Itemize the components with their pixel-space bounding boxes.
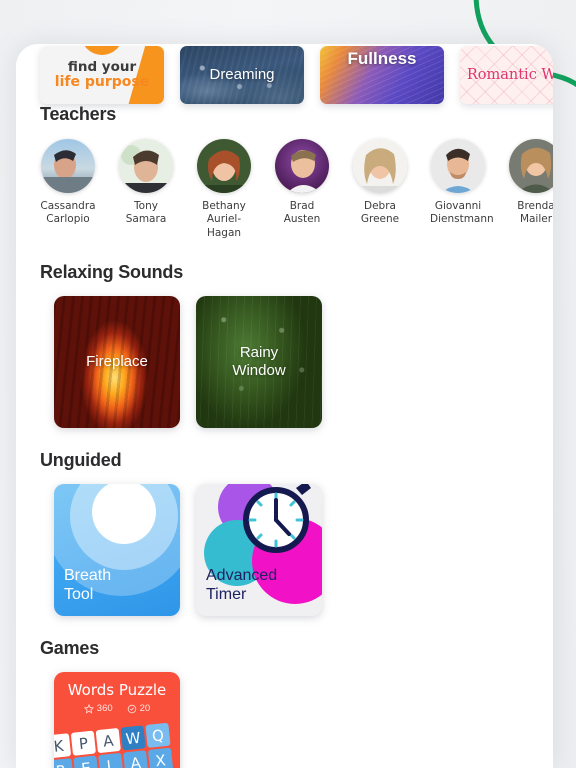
word-tiles: K P A W Q R E L A X: [54, 721, 180, 768]
teacher-name: Brenda Mailer: [508, 200, 553, 227]
teacher-name: Debra Greene: [352, 200, 408, 227]
unguided-card-advanced-timer[interactable]: Advanced Timer: [196, 484, 322, 617]
sun-arc-decoration: [81, 46, 123, 55]
carousel-card-title: Dreaming: [209, 65, 275, 83]
teacher-name: Bethany Auriel-Hagan: [196, 200, 252, 240]
game-card-words-puzzle[interactable]: Words Puzzle 360 20 K P A W Q L A X: [54, 672, 180, 768]
content-panel: find your life purpose Dreaming Fullness…: [16, 44, 553, 768]
teacher-item[interactable]: Cassandra Carlopio: [40, 139, 96, 240]
teacher-first-name: Brenda: [517, 200, 553, 212]
avatar: [431, 139, 485, 193]
teacher-first-name: Cassandra: [40, 200, 96, 212]
sound-card-fireplace[interactable]: Fireplace: [54, 296, 180, 429]
clock-badge: 20: [127, 703, 151, 715]
letter-tile: P: [70, 730, 97, 757]
sound-card-label: Fireplace: [86, 353, 148, 371]
teacher-last-name: Mailer: [519, 213, 553, 226]
label-line-2: Tool: [64, 586, 94, 604]
teacher-first-name: Brad: [289, 200, 315, 212]
teacher-first-name: Bethany: [202, 200, 246, 212]
teacher-item[interactable]: Bethany Auriel-Hagan: [196, 139, 252, 240]
clock-count: 20: [139, 703, 151, 715]
letter-tile: A: [95, 728, 121, 754]
section-title-relaxing-sounds: Relaxing Sounds: [40, 262, 184, 283]
teacher-name: Cassandra Carlopio: [40, 200, 96, 227]
teacher-name: Giovanni Dienstmann: [430, 200, 494, 227]
label-line-1: Advanced: [206, 566, 278, 584]
teacher-first-name: Debra: [364, 200, 396, 212]
label-line-1: Rainy: [239, 344, 279, 362]
letter-tile: Q: [145, 723, 171, 749]
avatar: [353, 139, 407, 193]
sound-card-label: Rainy Window: [232, 344, 285, 380]
avatar: [41, 139, 95, 193]
carousel-card-romantic-walk[interactable]: Romantic Walk: [460, 46, 553, 104]
letter-tile: W: [120, 725, 146, 751]
avatar: [197, 139, 251, 193]
carousel-card-find-your-life-purpose[interactable]: find your life purpose: [40, 46, 164, 104]
unguided-card-label: Breath Tool: [64, 566, 111, 604]
avatar: [509, 139, 553, 193]
letter-tile: K: [54, 733, 72, 759]
game-badges: 360 20: [54, 703, 180, 714]
featured-carousel[interactable]: find your life purpose Dreaming Fullness…: [16, 44, 553, 104]
section-title-teachers: Teachers: [40, 104, 117, 124]
teacher-last-name: Carlopio: [46, 213, 90, 226]
star-badge: 360: [83, 703, 113, 715]
sound-card-rainy-window[interactable]: Rainy Window: [196, 296, 322, 429]
carousel-card-title: Romantic Walk: [466, 66, 553, 83]
teacher-item[interactable]: Tony Samara: [118, 139, 174, 240]
sections-container: Teachers Cassandra Carlopio Tony Samara …: [16, 104, 553, 768]
avatar: [275, 139, 329, 193]
teacher-first-name: Giovanni: [434, 200, 482, 212]
clock-icon: [236, 484, 316, 563]
teacher-name: Tony Samara: [118, 200, 174, 227]
carousel-card-fullness[interactable]: Fullness: [320, 46, 444, 104]
teacher-item[interactable]: Brenda Mailer: [508, 139, 553, 240]
unguided-row[interactable]: Breath Tool Advanced Timer: [16, 471, 553, 617]
carousel-card-title: find your life purpose: [55, 60, 149, 90]
teacher-last-name: Auriel-Hagan: [206, 213, 242, 239]
letter-tile: X: [147, 747, 174, 768]
unguided-card-label: Advanced Timer: [206, 566, 277, 604]
relaxing-sounds-row[interactable]: Fireplace Rainy Window: [16, 283, 553, 429]
label-line-2: Timer: [206, 586, 247, 604]
section-title-unguided: Unguided: [40, 450, 122, 471]
unguided-card-breath-tool[interactable]: Breath Tool: [54, 484, 180, 617]
letter-tile: L: [98, 753, 124, 768]
teacher-last-name: Greene: [360, 213, 400, 226]
carousel-card-dreaming[interactable]: Dreaming: [180, 46, 304, 104]
game-card-title: Words Puzzle: [67, 681, 167, 700]
label-line-2: Window: [232, 362, 286, 380]
star-icon: [83, 703, 94, 714]
card-line-1: find your: [67, 59, 137, 76]
app-root: find your life purpose Dreaming Fullness…: [0, 0, 576, 768]
teacher-last-name: Samara: [125, 213, 167, 226]
letter-tile: R: [54, 758, 74, 768]
section-title-games: Games: [40, 638, 100, 659]
teacher-item[interactable]: Giovanni Dienstmann: [430, 139, 494, 240]
teacher-item[interactable]: Debra Greene: [352, 139, 408, 240]
teachers-row[interactable]: Cassandra Carlopio Tony Samara Bethany A…: [16, 125, 553, 240]
label-line-1: Breath: [64, 566, 112, 584]
letter-tile: A: [123, 750, 149, 768]
teacher-first-name: Tony: [134, 200, 158, 212]
avatar: [119, 139, 173, 193]
card-line-2: life purpose: [54, 73, 150, 90]
star-count: 360: [96, 703, 113, 715]
clock-check-icon: [127, 704, 136, 714]
carousel-card-title: Fullness: [347, 49, 417, 69]
teacher-name: Brad Austen: [274, 200, 330, 227]
teacher-item[interactable]: Brad Austen: [274, 139, 330, 240]
teacher-last-name: Austen: [283, 213, 321, 226]
teacher-last-name: Dienstmann: [430, 213, 494, 226]
letter-tile: E: [73, 755, 99, 768]
